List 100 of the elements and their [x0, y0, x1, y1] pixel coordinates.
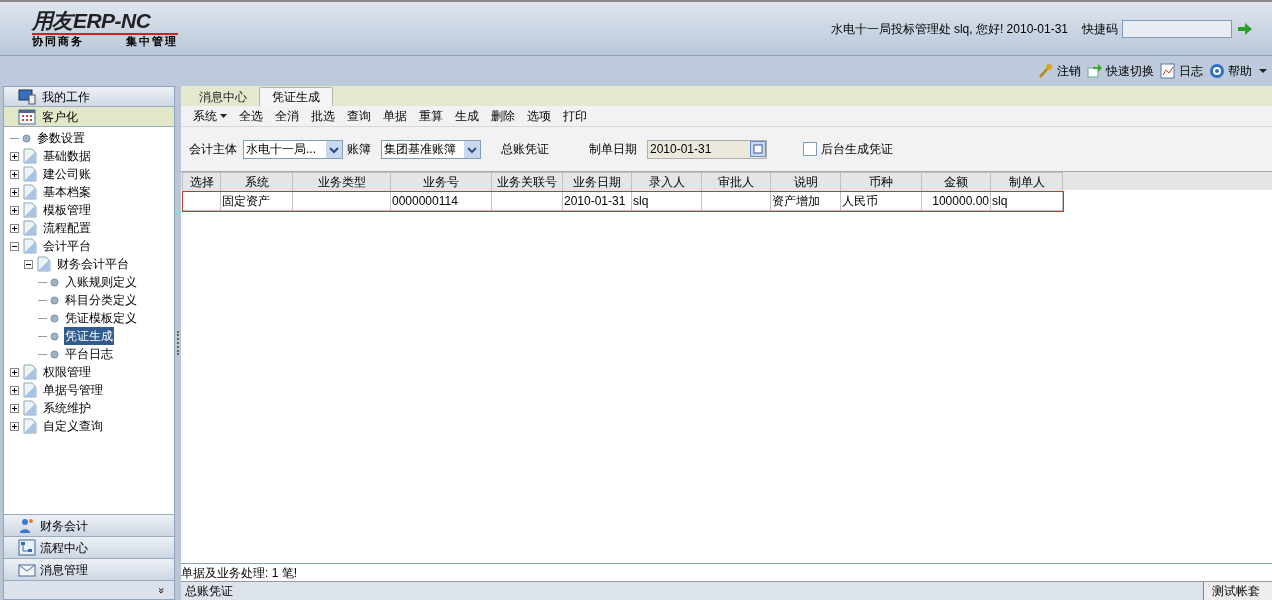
expand-icon[interactable] — [10, 367, 19, 377]
expand-icon[interactable] — [10, 421, 19, 431]
bullet-icon — [50, 295, 59, 305]
tree-item[interactable]: 权限管理 — [42, 363, 92, 381]
sidebar-section[interactable]: 流程中心 — [4, 536, 174, 558]
expand-icon[interactable] — [10, 223, 19, 233]
column-header[interactable]: 业务日期 — [562, 172, 632, 192]
tree-item[interactable]: 参数设置 — [36, 129, 86, 147]
tree-item[interactable]: 自定义查询 — [42, 417, 104, 435]
tree-item[interactable]: 科目分类定义 — [64, 291, 138, 309]
tree-item[interactable]: 会计平台 — [42, 237, 92, 255]
dropdown-caret-icon[interactable] — [1258, 66, 1268, 76]
toolbar-button[interactable]: 全选 — [233, 106, 269, 126]
column-header[interactable]: 业务类型 — [292, 172, 391, 192]
tree-item[interactable]: 基础数据 — [42, 147, 92, 165]
toolbar-button[interactable]: 单据 — [377, 106, 413, 126]
toolbar-button[interactable]: 系统 — [187, 106, 233, 126]
status-message: 单据及业务处理: 1 笔! — [181, 564, 297, 582]
bullet-icon — [50, 349, 59, 359]
logo-slogan: 集中管理 — [126, 36, 178, 47]
column-header[interactable]: 业务号 — [390, 172, 492, 192]
splitter-handle[interactable] — [177, 331, 179, 355]
document-icon — [23, 220, 37, 236]
logo: 用友ERP-NC — [32, 10, 152, 31]
column-header[interactable]: 审批人 — [701, 172, 771, 192]
tree-item[interactable]: 建公司账 — [42, 165, 92, 183]
voucher-type-text: 总账凭证 — [501, 141, 549, 158]
tree-item[interactable]: 凭证模板定义 — [64, 309, 138, 327]
column-header[interactable]: 系统 — [220, 172, 293, 192]
column-header[interactable]: 说明 — [770, 172, 841, 192]
tree-item[interactable]: 财务会计平台 — [56, 255, 130, 273]
checkbox-label: 后台生成凭证 — [821, 141, 893, 158]
document-icon — [37, 256, 51, 272]
top-link[interactable]: 日志 — [1179, 62, 1203, 80]
table-cell: 0000000114 — [392, 194, 458, 208]
tree-item[interactable]: 凭证生成 — [64, 327, 114, 345]
dropdown-field[interactable]: 水电十一局... — [243, 139, 343, 159]
column-header[interactable]: 录入人 — [631, 172, 702, 192]
sidebar-section[interactable]: 客户化 — [4, 107, 174, 127]
tree-item[interactable]: 入账规则定义 — [64, 273, 138, 291]
sidebar-section[interactable]: 消息管理 — [4, 558, 174, 580]
column-header[interactable]: 选择 — [182, 172, 221, 192]
tree-item[interactable]: 基本档案 — [42, 183, 92, 201]
table-cell: 固定资产 — [222, 194, 270, 208]
help-icon — [1209, 63, 1225, 79]
top-link[interactable]: 快速切换 — [1106, 62, 1154, 80]
calendar-icon[interactable] — [750, 141, 766, 157]
document-icon — [23, 202, 37, 218]
switch-icon — [1087, 63, 1103, 79]
column-header[interactable]: 币种 — [840, 172, 922, 192]
bullet-icon — [50, 331, 59, 341]
sidebar-section[interactable]: 我的工作 — [4, 87, 174, 107]
document-icon — [23, 364, 37, 380]
date-field[interactable]: 2010-01-31 — [647, 139, 767, 159]
monitor-icon — [18, 88, 36, 105]
expand-icon[interactable] — [10, 187, 19, 197]
tree-item[interactable]: 系统维护 — [42, 399, 92, 417]
table-cell: 资产增加 — [772, 194, 820, 208]
tree-item[interactable]: 平台日志 — [64, 345, 114, 363]
expand-icon[interactable] — [10, 205, 19, 215]
expand-icon[interactable] — [10, 169, 19, 179]
shortcut-field[interactable] — [1122, 19, 1232, 38]
checkbox[interactable] — [803, 142, 817, 156]
collapse-icon[interactable] — [10, 241, 19, 251]
top-link[interactable]: 注销 — [1057, 62, 1081, 80]
table-cell: 100000.00 — [932, 194, 989, 208]
expand-icon[interactable] — [10, 403, 19, 413]
dropdown-field[interactable]: 集团基准账簿 — [381, 139, 481, 159]
bullet-icon — [50, 277, 59, 287]
column-header[interactable]: 业务关联号 — [491, 172, 563, 192]
document-icon — [23, 166, 37, 182]
field-label: 账簿 — [347, 141, 371, 158]
top-link[interactable]: 帮助 — [1228, 62, 1252, 80]
table-row[interactable]: 固定资产 0000000114 2010-01-31 slq 资产增加 人民币 100000.00 slq — [182, 191, 1063, 211]
document-icon — [23, 400, 37, 416]
tree-item[interactable]: 单据号管理 — [42, 381, 104, 399]
key-icon — [1038, 63, 1054, 79]
tab[interactable]: 消息中心 — [187, 87, 259, 106]
calendar-icon — [18, 108, 36, 125]
chart-icon — [1160, 63, 1176, 79]
toolbar-button[interactable]: 删除 — [485, 106, 521, 126]
column-header[interactable]: 制单人 — [990, 172, 1063, 192]
tree-item[interactable]: 模板管理 — [42, 201, 92, 219]
expand-icon[interactable] — [10, 385, 19, 395]
logo-slogan: 协同商务 — [32, 36, 84, 47]
toolbar-button[interactable]: 全消 — [269, 106, 305, 126]
toolbar-button[interactable]: 打印 — [557, 106, 593, 126]
tab[interactable]: 凭证生成 — [259, 87, 333, 106]
toolbar-button[interactable]: 查询 — [341, 106, 377, 126]
expand-icon[interactable] — [10, 151, 19, 161]
tree-item[interactable]: 流程配置 — [42, 219, 92, 237]
table-cell: 人民币 — [842, 194, 878, 208]
toolbar-button[interactable]: 选项 — [521, 106, 557, 126]
column-header[interactable]: 金额 — [921, 172, 991, 192]
toolbar-button[interactable]: 批选 — [305, 106, 341, 126]
toolbar-button[interactable]: 生成 — [449, 106, 485, 126]
sidebar-section[interactable]: 财务会计 — [4, 514, 174, 536]
collapse-icon[interactable] — [24, 259, 33, 269]
expand-chevron[interactable]: » — [155, 586, 167, 594]
toolbar-button[interactable]: 重算 — [413, 106, 449, 126]
